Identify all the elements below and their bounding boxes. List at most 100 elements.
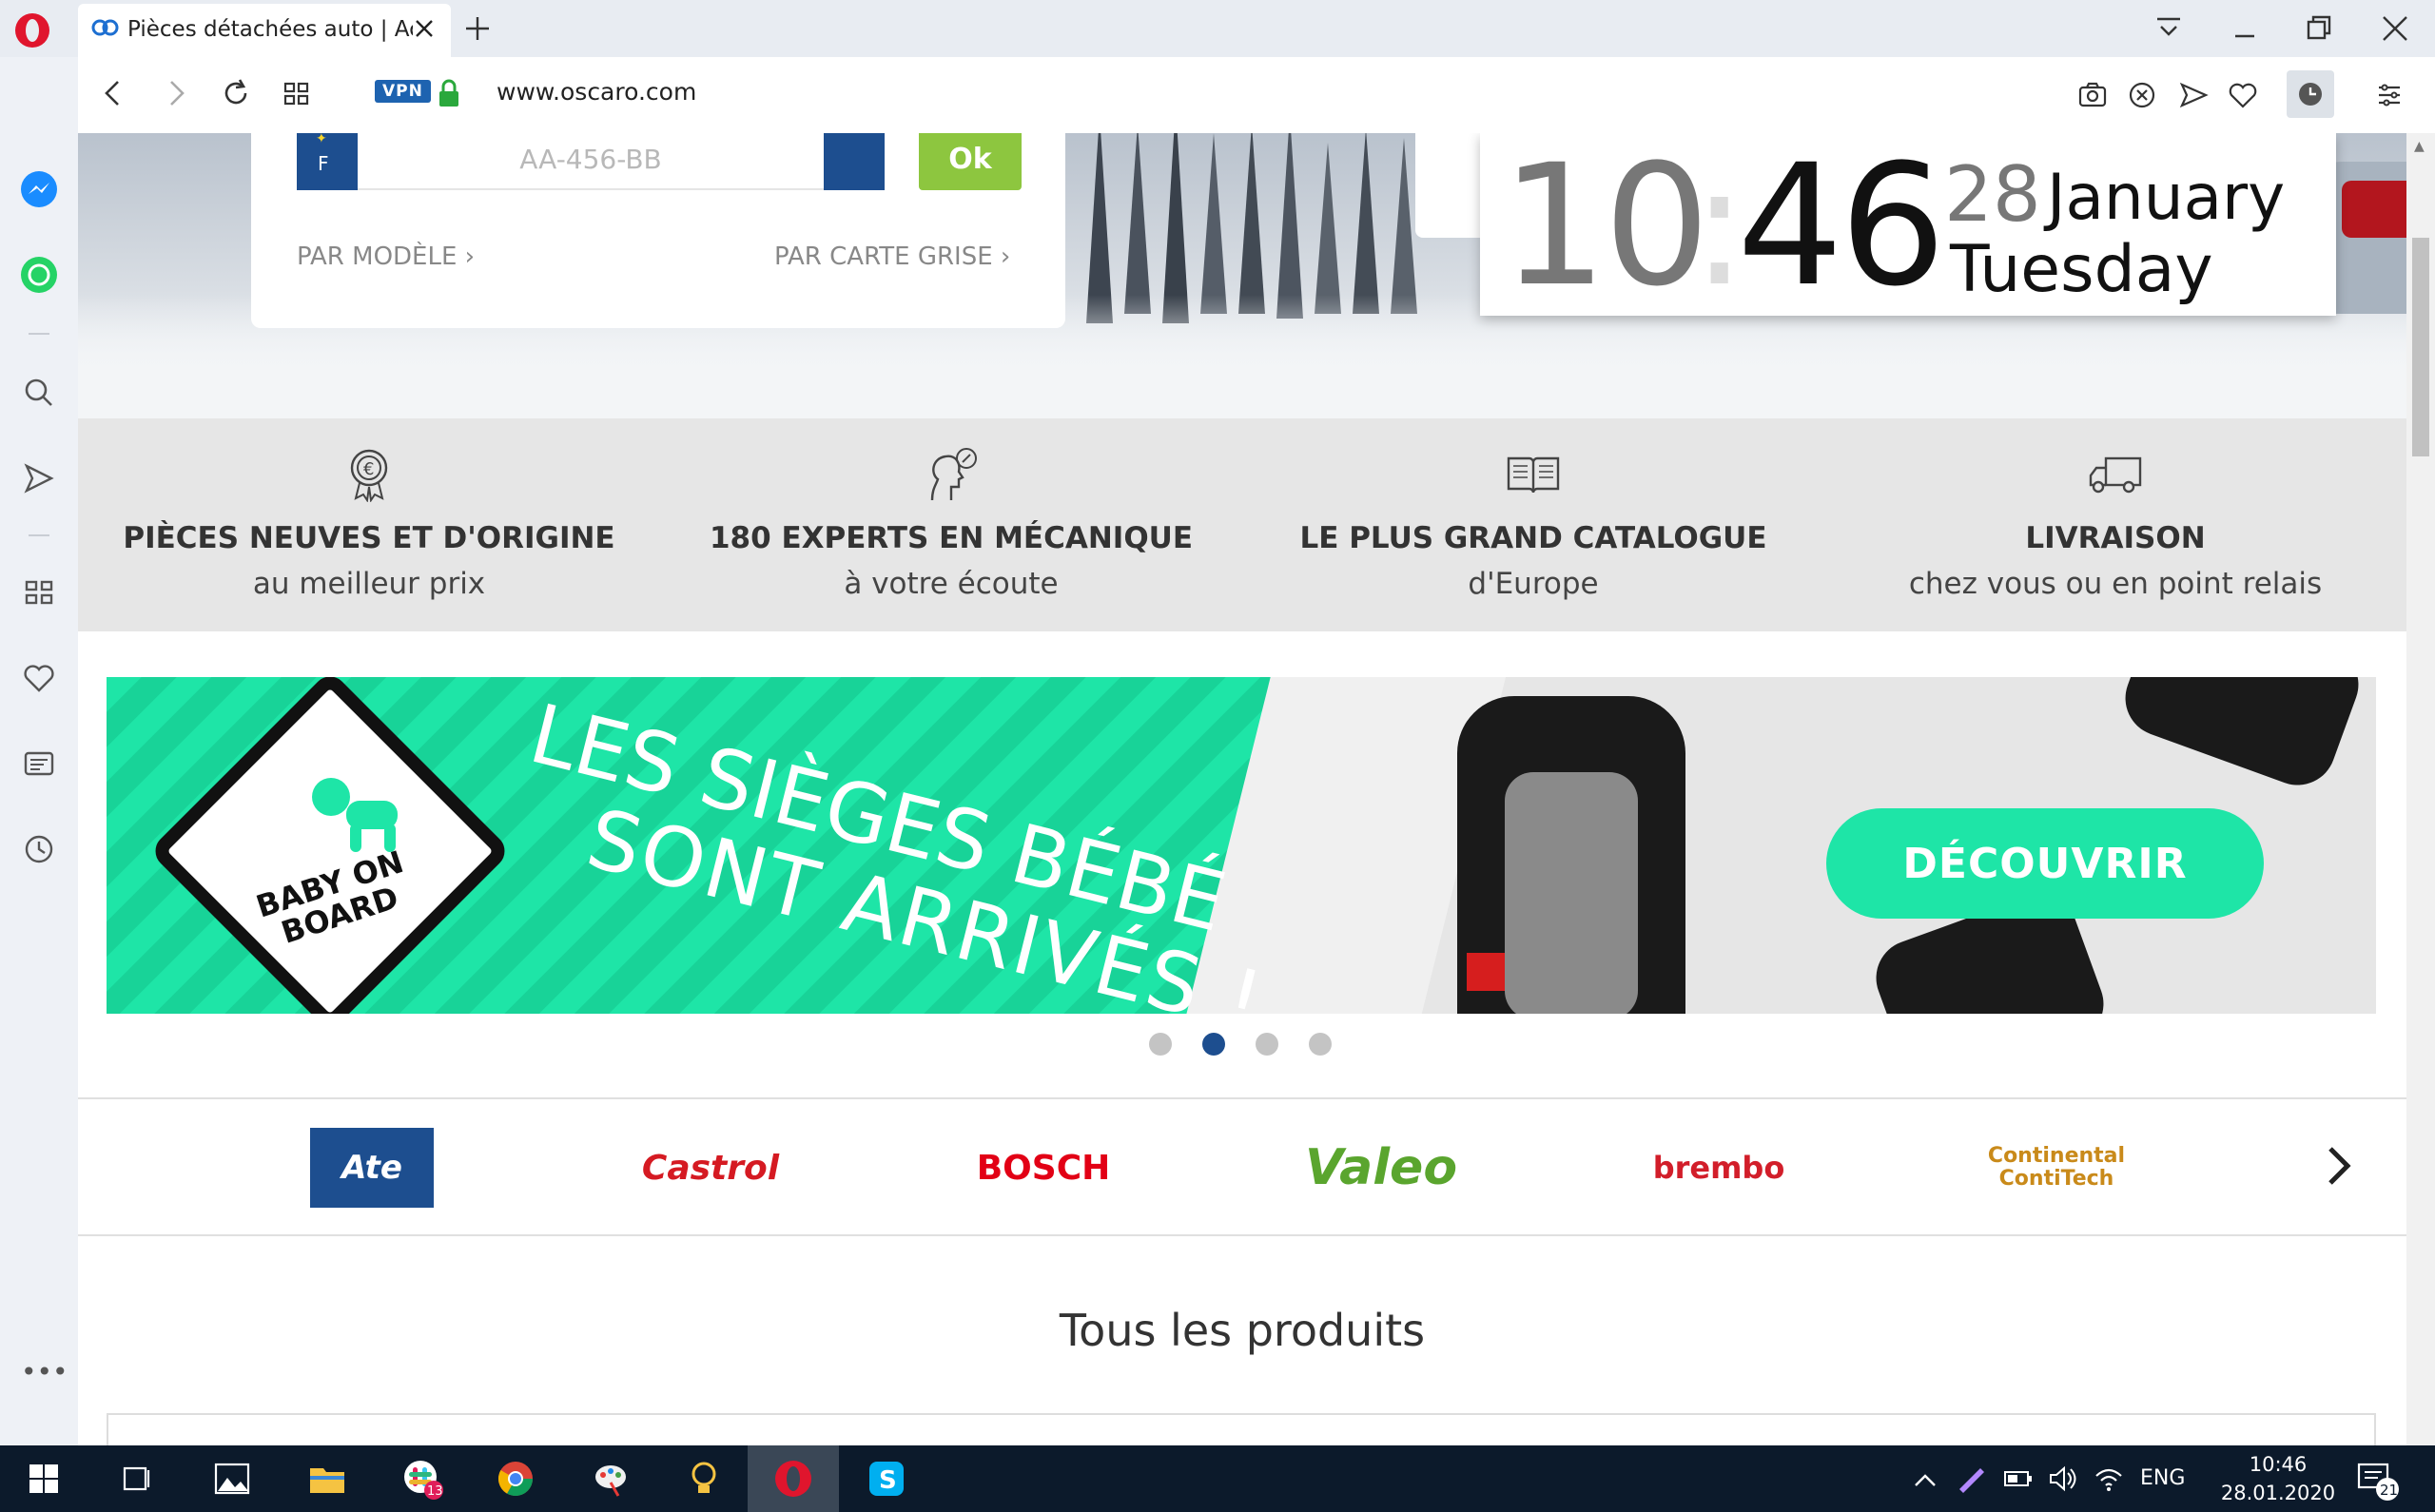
badge-euro-icon: €: [341, 445, 398, 502]
opera-taskbar-icon[interactable]: [767, 1453, 820, 1504]
ok-button[interactable]: Ok: [919, 133, 1022, 190]
carousel-dot[interactable]: [1256, 1033, 1278, 1056]
clock-date[interactable]: 28.01.2020: [2207, 1482, 2349, 1504]
brand-valeo-logo[interactable]: Valeo: [1300, 1128, 1462, 1208]
feature-subtitle: chez vous ou en point relais: [1908, 567, 2323, 601]
easy-setup-menu-icon[interactable]: [2372, 78, 2406, 112]
search-by-model-link[interactable]: PAR MODÈLE ›: [297, 242, 475, 271]
notification-count: 21: [2380, 1482, 2398, 1499]
forward-icon[interactable]: [158, 76, 192, 110]
tips-lightbulb-icon[interactable]: [677, 1453, 730, 1504]
bookmarks-heart-icon[interactable]: [19, 658, 59, 698]
input-language[interactable]: ENG: [2140, 1466, 2185, 1490]
slack-badge-count: 13: [427, 1484, 443, 1499]
restore-icon[interactable]: [2302, 11, 2336, 46]
bookmark-heart-icon[interactable]: [2226, 78, 2260, 112]
paint-app-icon[interactable]: [584, 1453, 637, 1504]
address-bar: VPN www.oscaro.com: [78, 57, 2435, 133]
clock-widget: 10 : 46 28 January Tuesday: [1480, 133, 2336, 321]
eu-stars-icon: ✦: [316, 133, 327, 146]
page-viewport: F ✦ AA-456-BB Ok PAR MODÈLE › PAR CARTE …: [78, 133, 2406, 1445]
scroll-up-icon[interactable]: ▲: [2414, 139, 2425, 154]
snapshot-camera-icon[interactable]: [2075, 78, 2110, 112]
oscaro-favicon-icon: [91, 17, 120, 38]
carousel-dot[interactable]: [1309, 1033, 1332, 1056]
wifi-icon[interactable]: [2093, 1464, 2125, 1493]
plate-number-input[interactable]: AA-456-BB: [358, 133, 824, 190]
reload-icon[interactable]: [219, 76, 253, 110]
child-seat-cushion: [1505, 772, 1638, 1014]
lock-icon[interactable]: [436, 78, 462, 108]
brand-ate-logo[interactable]: Ate: [310, 1128, 434, 1208]
brand-castrol-logo[interactable]: Castrol: [630, 1128, 791, 1208]
products-section-title: Tous les produits: [1059, 1305, 1426, 1356]
clock-time[interactable]: 10:46: [2226, 1453, 2330, 1476]
battery-icon[interactable]: [2001, 1464, 2036, 1493]
task-view-icon[interactable]: [110, 1453, 164, 1504]
feature-title: PIÈCES NEUVES ET D'ORIGINE: [123, 521, 615, 555]
slack-icon[interactable]: 13: [396, 1453, 449, 1504]
opera-logo-icon[interactable]: [13, 11, 59, 57]
windows-taskbar: 13 S ENG 10:46 28.01.2020 21: [0, 1445, 2435, 1512]
clock-weekday: Tuesday: [1950, 232, 2213, 307]
tab-close-icon[interactable]: [411, 15, 438, 42]
news-icon[interactable]: [19, 744, 59, 784]
clock-hour: 10: [1501, 133, 1710, 323]
feature-item: LIVRAISON chez vous ou en point relais: [1824, 418, 2406, 631]
flow-send-icon[interactable]: [19, 458, 59, 498]
extension-clock-icon[interactable]: [2287, 70, 2334, 118]
child-seat-accent: [1467, 953, 1505, 991]
send-to-flow-icon[interactable]: [2176, 78, 2211, 112]
chrome-icon[interactable]: [489, 1453, 542, 1504]
more-icon[interactable]: •••: [21, 1356, 68, 1387]
carousel-dot-active[interactable]: [1202, 1033, 1225, 1056]
car-taillight: [2342, 181, 2406, 238]
feature-subtitle: à votre écoute: [844, 567, 1059, 601]
scrollbar-thumb[interactable]: [2412, 238, 2429, 456]
brand-continental-logo[interactable]: Continental ContiTech: [1971, 1128, 2142, 1208]
new-tab-icon[interactable]: [460, 11, 495, 46]
vpn-badge[interactable]: VPN: [375, 80, 431, 103]
clock-day: 28: [1944, 150, 2041, 239]
start-windows-icon[interactable]: [17, 1453, 70, 1504]
search-icon[interactable]: [19, 373, 59, 413]
carousel-dot[interactable]: [1149, 1033, 1172, 1056]
close-window-icon[interactable]: [2378, 11, 2412, 46]
back-icon[interactable]: [97, 76, 131, 110]
plate-right-band: [824, 133, 885, 190]
speed-dial-icon[interactable]: [19, 572, 59, 612]
pen-ink-icon[interactable]: [1956, 1464, 1986, 1493]
brand-bosch-logo[interactable]: BOSCH: [963, 1128, 1124, 1208]
url-field[interactable]: www.oscaro.com: [497, 78, 696, 106]
minimize-icon[interactable]: [2228, 11, 2262, 46]
title-bar: Pièces détachées auto | Achat: [0, 0, 2435, 57]
plate-eu-flag: F ✦: [297, 133, 358, 190]
tab-menu-icon[interactable]: [2152, 11, 2186, 46]
feature-title: LIVRAISON: [2025, 521, 2206, 555]
tray-overflow-icon[interactable]: [1912, 1468, 1938, 1491]
feature-subtitle: au meilleur prix: [252, 567, 486, 601]
action-center-icon[interactable]: 21: [2355, 1461, 2401, 1502]
truck-icon: [2087, 445, 2144, 502]
history-icon[interactable]: [19, 829, 59, 869]
browser-tab[interactable]: Pièces détachées auto | Achat: [78, 4, 451, 57]
whatsapp-icon[interactable]: [19, 255, 59, 295]
photos-app-icon[interactable]: [205, 1453, 259, 1504]
sidebar-separator: [29, 333, 49, 335]
book-icon: [1505, 445, 1562, 502]
promo-banner[interactable]: BABY ON BOARD LES SIÈGES BÉBÉ SONT ARRIV…: [107, 677, 2376, 1014]
brand-brembo-logo[interactable]: brembo: [1638, 1128, 1800, 1208]
brands-carousel: Ate Castrol BOSCH Valeo brembo Continent…: [78, 1097, 2406, 1236]
country-code: F: [318, 152, 329, 175]
skype-icon[interactable]: S: [860, 1453, 913, 1504]
sidebar-separator: [29, 534, 49, 536]
discover-button[interactable]: DÉCOUVRIR: [1826, 808, 2264, 919]
search-by-registration-link[interactable]: PAR CARTE GRISE ›: [774, 242, 1010, 271]
messenger-icon[interactable]: [19, 169, 59, 209]
feature-title: LE PLUS GRAND CATALOGUE: [1299, 521, 1767, 555]
tabs-grid-icon[interactable]: [280, 76, 314, 110]
file-explorer-icon[interactable]: [301, 1453, 354, 1504]
brands-next-arrow-icon[interactable]: [2323, 1137, 2357, 1194]
volume-icon[interactable]: [2047, 1464, 2079, 1493]
adblock-icon[interactable]: [2125, 78, 2159, 112]
